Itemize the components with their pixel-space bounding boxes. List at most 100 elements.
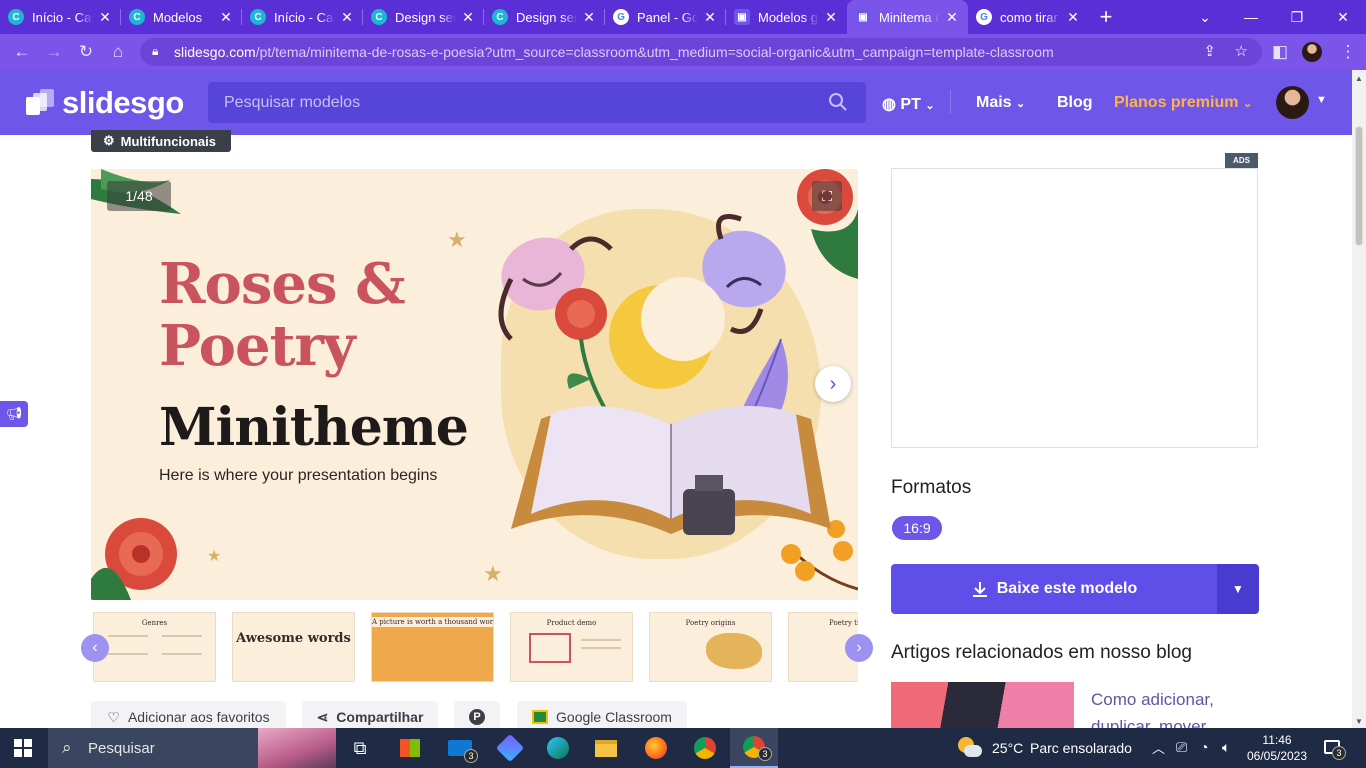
chrome-profile-icon[interactable]: 3	[730, 728, 778, 768]
share-icon: ⋖	[316, 708, 329, 725]
language-label: PT	[900, 96, 921, 113]
slide-thumbnail[interactable]: Poetry origins	[649, 612, 772, 682]
url-path: /pt/tema/minitema-de-rosas-e-poesia?utm_…	[255, 44, 1054, 60]
url-host: slidesgo.com	[174, 44, 256, 60]
bookmark-star-icon[interactable]: ☆	[1235, 42, 1248, 60]
search-icon[interactable]	[828, 92, 848, 112]
forward-icon[interactable]: →	[38, 36, 70, 68]
browser-tab[interactable]: C Início - Canva✕	[0, 0, 121, 34]
address-bar[interactable]: 🔒︎ slidesgo.com/pt/tema/minitema-de-rosa…	[140, 38, 1262, 66]
slide-illustration: ★ ★ ★	[91, 169, 858, 600]
profile-avatar[interactable]	[1302, 42, 1322, 62]
firefox-icon[interactable]	[632, 728, 680, 768]
clock-date: 06/05/2023	[1246, 749, 1308, 763]
slide-title-minitheme: Minitheme	[159, 397, 469, 458]
close-tab-icon[interactable]: ✕	[460, 9, 476, 26]
download-template-button[interactable]: Baixe este modelo	[891, 564, 1217, 614]
share-icon[interactable]: ⇪	[1203, 42, 1216, 60]
tab-title: Início - Canva	[274, 9, 335, 25]
category-tag[interactable]: ⚙ Multifuncionais	[91, 130, 231, 152]
browser-tab[interactable]: C Modelos ✕	[121, 0, 242, 34]
menu-kebab-icon[interactable]: ⋮	[1332, 36, 1364, 68]
blog-link[interactable]: Blog	[1057, 94, 1093, 112]
chrome-badge: 3	[758, 747, 772, 761]
download-options-caret[interactable]: ▼	[1217, 564, 1259, 614]
feedback-megaphone-button[interactable]: 📢︎	[0, 401, 28, 427]
next-slide-button[interactable]: ›	[815, 366, 851, 402]
weather-temp[interactable]: 25°C	[992, 740, 1023, 756]
browser-tab[interactable]: G Panel - Google✕	[605, 0, 726, 34]
scrollbar-thumb[interactable]	[1355, 126, 1363, 246]
favorite-label: Adicionar aos favoritos	[127, 709, 270, 725]
home-icon[interactable]: ⌂	[102, 36, 134, 68]
scroll-up-icon[interactable]: ▲	[1355, 74, 1363, 83]
minimize-icon[interactable]: —	[1228, 0, 1274, 34]
browser-tab-active[interactable]: ▣ Minitema de rosas✕	[847, 0, 968, 34]
weather-partly-sunny-icon[interactable]	[958, 737, 982, 759]
thumbnail-title: Awesome words	[236, 631, 351, 646]
reload-icon[interactable]: ↻	[70, 36, 102, 68]
slidesgo-logo[interactable]: slidesgo	[24, 85, 184, 121]
close-tab-icon[interactable]: ✕	[944, 9, 960, 26]
user-avatar[interactable]	[1276, 86, 1309, 119]
slide-thumbnail[interactable]: Product demo	[510, 612, 633, 682]
premium-plans-menu[interactable]: Planos premium ⌄	[1114, 94, 1252, 112]
browser-tab[interactable]: C Design sem nome✕	[363, 0, 484, 34]
close-tab-icon[interactable]: ✕	[1065, 9, 1081, 26]
thumbnails-next-button[interactable]: ›	[845, 634, 873, 662]
side-panel-icon[interactable]: ◧	[1264, 36, 1296, 68]
windows-start-icon[interactable]	[14, 739, 32, 757]
thumbnails-prev-button[interactable]: ‹	[81, 634, 109, 662]
tab-title: Modelos gratuitos	[758, 9, 819, 25]
blog-article-thumbnail[interactable]	[891, 682, 1074, 728]
close-tab-icon[interactable]: ✕	[97, 9, 113, 26]
scroll-down-icon[interactable]: ▼	[1355, 717, 1363, 726]
browser-tab[interactable]: Gcomo tirar print✕	[968, 0, 1089, 34]
mail-icon[interactable]: 3	[436, 728, 484, 768]
tab-title: Panel - Google	[637, 9, 698, 25]
fullscreen-icon[interactable]: ⛶	[812, 181, 842, 211]
close-tab-icon[interactable]: ✕	[823, 9, 839, 26]
meet-now-icon[interactable]: ⎚	[1176, 739, 1187, 756]
language-selector[interactable]: ◍ PT ⌄	[882, 94, 935, 114]
weather-desc[interactable]: Parc ensolarado	[1030, 740, 1132, 756]
edge-icon[interactable]	[534, 728, 582, 768]
notification-center-icon[interactable]: 3	[1322, 736, 1346, 760]
svg-text:★: ★	[483, 561, 503, 586]
task-view-icon[interactable]: ⧉	[336, 728, 384, 768]
close-window-icon[interactable]: ✕	[1320, 0, 1366, 34]
slide-thumbnail[interactable]: A picture is worth a thousand words	[371, 612, 494, 682]
copilot-icon[interactable]	[486, 728, 534, 768]
close-tab-icon[interactable]: ✕	[702, 9, 718, 26]
browser-tab[interactable]: C Início - Canva✕	[242, 0, 363, 34]
slide-thumbnail[interactable]: Genres	[93, 612, 216, 682]
browser-toolbar: ← → ↻ ⌂ 🔒︎ slidesgo.com/pt/tema/minitema…	[0, 34, 1366, 70]
close-tab-icon[interactable]: ✕	[339, 9, 355, 26]
lock-icon[interactable]: 🔒︎	[152, 44, 158, 59]
browser-tab[interactable]: C Design sem nome✕	[484, 0, 605, 34]
close-tab-icon[interactable]: ✕	[218, 9, 234, 26]
back-icon[interactable]: ←	[6, 36, 38, 68]
tab-search-icon[interactable]: ⌄	[1182, 0, 1228, 34]
chevron-up-icon[interactable]: ︿	[1152, 738, 1165, 757]
taskbar-search-box[interactable]: ⌕ Pesquisar	[48, 728, 336, 768]
restore-icon[interactable]: ❐	[1274, 0, 1320, 34]
new-tab-button[interactable]: +	[1089, 0, 1123, 34]
microsoft-store-icon[interactable]	[386, 728, 434, 768]
taskbar-clock[interactable]: 11:46 06/05/2023	[1246, 732, 1308, 764]
search-input[interactable]: Pesquisar modelos	[208, 82, 866, 123]
ads-label: ADS	[1225, 153, 1258, 168]
file-explorer-icon[interactable]	[582, 728, 630, 768]
close-tab-icon[interactable]: ✕	[581, 9, 597, 26]
page-scrollbar[interactable]: ▲ ▼	[1352, 70, 1366, 728]
volume-icon[interactable]: 🔈︎	[1222, 739, 1230, 756]
wifi-icon[interactable]: ◔	[1200, 739, 1208, 755]
slide-thumbnail[interactable]: Awesome words	[232, 612, 355, 682]
ad-slot[interactable]	[891, 168, 1258, 448]
more-menu[interactable]: Mais ⌄	[976, 94, 1025, 112]
browser-tab[interactable]: ▣ Modelos gratuitos✕	[726, 0, 847, 34]
format-ratio-badge[interactable]: 16:9	[892, 516, 942, 540]
slide-preview[interactable]: ★ ★ ★ 1/48 ⛶ Roses & Poetry Minitheme He…	[91, 169, 858, 600]
chrome-icon[interactable]	[681, 728, 729, 768]
user-menu-caret-icon[interactable]: ▼	[1316, 94, 1327, 106]
